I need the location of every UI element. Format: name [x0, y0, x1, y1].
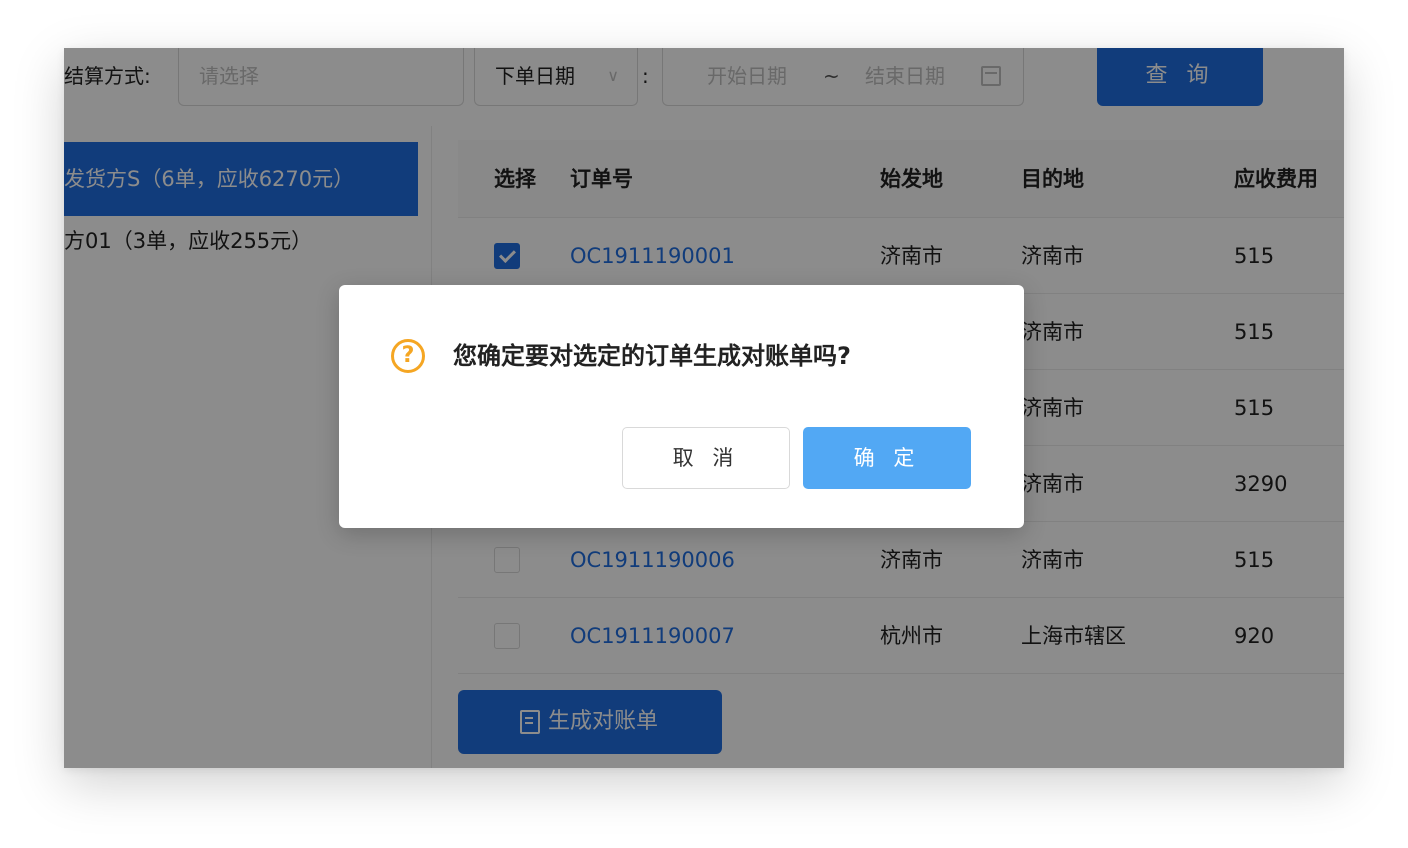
reconciliation-page: 结算方式: 请选择 下单日期 ∨ : 开始日期 ~ 结束日期 查 询 发货方S（…: [64, 48, 1344, 768]
app-window: 结算方式: 请选择 下单日期 ∨ : 开始日期 ~ 结束日期 查 询 发货方S（…: [64, 48, 1344, 768]
cancel-button[interactable]: 取 消: [622, 427, 790, 489]
confirm-dialog: ? 您确定要对选定的订单生成对账单吗? 取 消 确 定: [339, 285, 1024, 528]
confirm-button[interactable]: 确 定: [803, 427, 971, 489]
dialog-title: 您确定要对选定的订单生成对账单吗?: [453, 342, 851, 370]
question-circle-icon: ?: [391, 339, 425, 373]
